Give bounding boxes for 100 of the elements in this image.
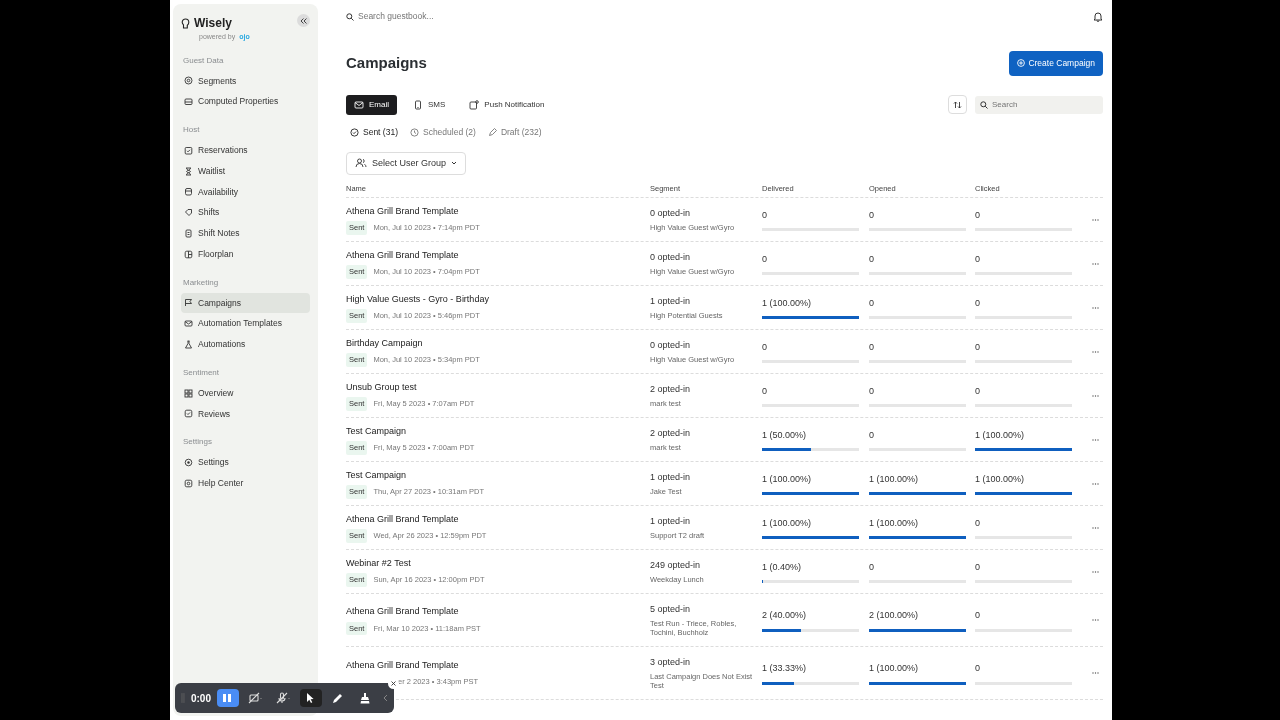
more-icon[interactable] [1092, 672, 1099, 675]
metric-value: 1 (100.00%) [869, 472, 920, 486]
campaign-search-field[interactable]: Search [975, 95, 1103, 114]
envelope-icon [184, 319, 193, 329]
user-group-select[interactable]: Select User Group [346, 151, 467, 175]
metric-value: 1 (33.33%) [762, 662, 808, 675]
metric-value: 0 [975, 296, 981, 310]
campaign-name[interactable]: Athena Grill Brand Template [346, 659, 650, 673]
status-tab[interactable]: Draft (232) [483, 123, 546, 141]
pointer-icon[interactable] [300, 689, 322, 707]
page-title: Campaigns [346, 54, 427, 73]
calendar-icon [184, 145, 193, 155]
database-icon [184, 187, 193, 197]
sidebar-item[interactable]: Availability [181, 181, 310, 203]
more-icon[interactable] [1092, 394, 1099, 397]
floorplan-icon [184, 249, 193, 259]
channel-tab[interactable]: Push Notification [461, 94, 553, 115]
metric-value: 1 (50.00%) [762, 428, 808, 442]
sidebar-item[interactable]: Computed Properties [181, 91, 310, 112]
opted-in-count: 1 opted-in [650, 471, 692, 485]
close-icon [391, 681, 396, 686]
hourglass-icon [184, 166, 193, 176]
more-icon[interactable] [1092, 482, 1099, 485]
metric-value: 1 (100.00%) [762, 516, 813, 530]
metric-value: 0 [975, 516, 981, 530]
sidebar-item[interactable]: Campaigns [181, 292, 310, 314]
campaign-name[interactable]: Test Campaign [346, 468, 650, 483]
opted-in-count: 5 opted-in [650, 603, 692, 617]
metric-value: 2 (100.00%) [869, 609, 920, 622]
campaign-name[interactable]: High Value Guests - Gyro - Birthday [346, 292, 650, 307]
recording-time: 0:00 [190, 691, 211, 706]
section-heading: Host [183, 124, 201, 136]
campaign-name[interactable]: Webinar #2 Test [346, 556, 650, 571]
chevron-down-icon [451, 161, 458, 166]
more-icon[interactable] [1092, 262, 1099, 265]
sidebar-item[interactable]: Shifts [181, 202, 310, 223]
search-icon [346, 12, 354, 21]
more-icon[interactable] [1092, 218, 1099, 221]
channel-tab[interactable]: Email [346, 94, 397, 115]
metric-value: 0 [762, 340, 768, 354]
target-icon [184, 76, 193, 86]
campaign-name[interactable]: Test Campaign [346, 424, 650, 439]
opted-in-count: 249 opted-in [650, 559, 702, 573]
metric-value: 1 (100.00%) [762, 472, 813, 486]
chevron-left-icon[interactable] [383, 694, 388, 702]
channel-tab[interactable]: SMS [405, 94, 454, 115]
metric-value: 2 (40.00%) [762, 609, 808, 622]
gear-icon [184, 458, 193, 468]
more-icon[interactable] [1092, 619, 1099, 622]
check-circle-icon [350, 127, 359, 137]
sidebar-item[interactable]: Reviews [181, 403, 310, 425]
campaign-name[interactable]: Birthday Campaign [346, 336, 650, 351]
plus-circle-icon [1017, 59, 1026, 68]
more-icon[interactable] [1092, 526, 1099, 529]
status-tab[interactable]: Scheduled (2) [405, 123, 480, 141]
sidebar-item[interactable]: Automations [181, 334, 310, 355]
tag-icon [184, 208, 193, 218]
pencil-icon [487, 127, 497, 137]
section-heading: Marketing [183, 276, 220, 289]
campaign-name[interactable]: Athena Grill Brand Template [346, 512, 650, 527]
more-icon[interactable] [1092, 350, 1099, 353]
more-icon[interactable] [1092, 306, 1099, 309]
more-icon[interactable] [1092, 438, 1099, 441]
more-icon[interactable] [1092, 570, 1099, 573]
metric-value: 0 [869, 252, 875, 266]
campaign-name[interactable]: Unsub Group test [346, 380, 650, 395]
sidebar-item[interactable]: Waitlist [181, 160, 310, 182]
opted-in-count: 2 opted-in [650, 427, 692, 441]
pause-button[interactable] [216, 689, 239, 707]
metric-value: 0 [869, 296, 875, 310]
metric-value: 0 [869, 560, 875, 574]
section-heading: Sentiment [183, 366, 221, 379]
metric-value: 0 [975, 340, 981, 354]
collapse-button[interactable] [297, 14, 310, 27]
campaign-name[interactable]: Athena Grill Brand Template [346, 204, 650, 219]
sidebar-item[interactable]: Floorplan [181, 243, 310, 265]
metric-value: 0 [762, 208, 768, 222]
flask-icon [184, 339, 193, 349]
sort-button[interactable] [948, 95, 967, 115]
status-tab[interactable]: Sent (31) [346, 123, 402, 141]
section-heading: Guest Data [183, 54, 225, 67]
double-chevron-icon [300, 17, 307, 24]
metric-value: 0 [975, 252, 981, 266]
notification-bell-icon[interactable] [1093, 11, 1103, 22]
metric-value: 0 [975, 384, 981, 398]
sidebar-item[interactable]: Automation Templates [181, 313, 310, 334]
sidebar-item[interactable]: Shift Notes [181, 223, 310, 244]
flag-icon [184, 298, 193, 308]
sidebar-item[interactable]: Help Center [181, 473, 310, 494]
metric-value: 1 (100.00%) [869, 662, 920, 675]
create-campaign-button[interactable]: Create Campaign [1009, 51, 1103, 76]
clock-icon [409, 127, 419, 137]
sidebar-item[interactable]: Reservations [181, 140, 310, 161]
sidebar-item[interactable]: Segments [181, 70, 310, 92]
sidebar-item[interactable]: Overview [181, 382, 310, 404]
campaign-name[interactable]: Athena Grill Brand Template [346, 248, 650, 263]
brand-name: Wisely [194, 15, 232, 32]
sidebar-item[interactable]: Settings [181, 452, 310, 473]
campaign-name[interactable]: Athena Grill Brand Template [346, 605, 650, 619]
metric-value: 0 [762, 384, 768, 398]
